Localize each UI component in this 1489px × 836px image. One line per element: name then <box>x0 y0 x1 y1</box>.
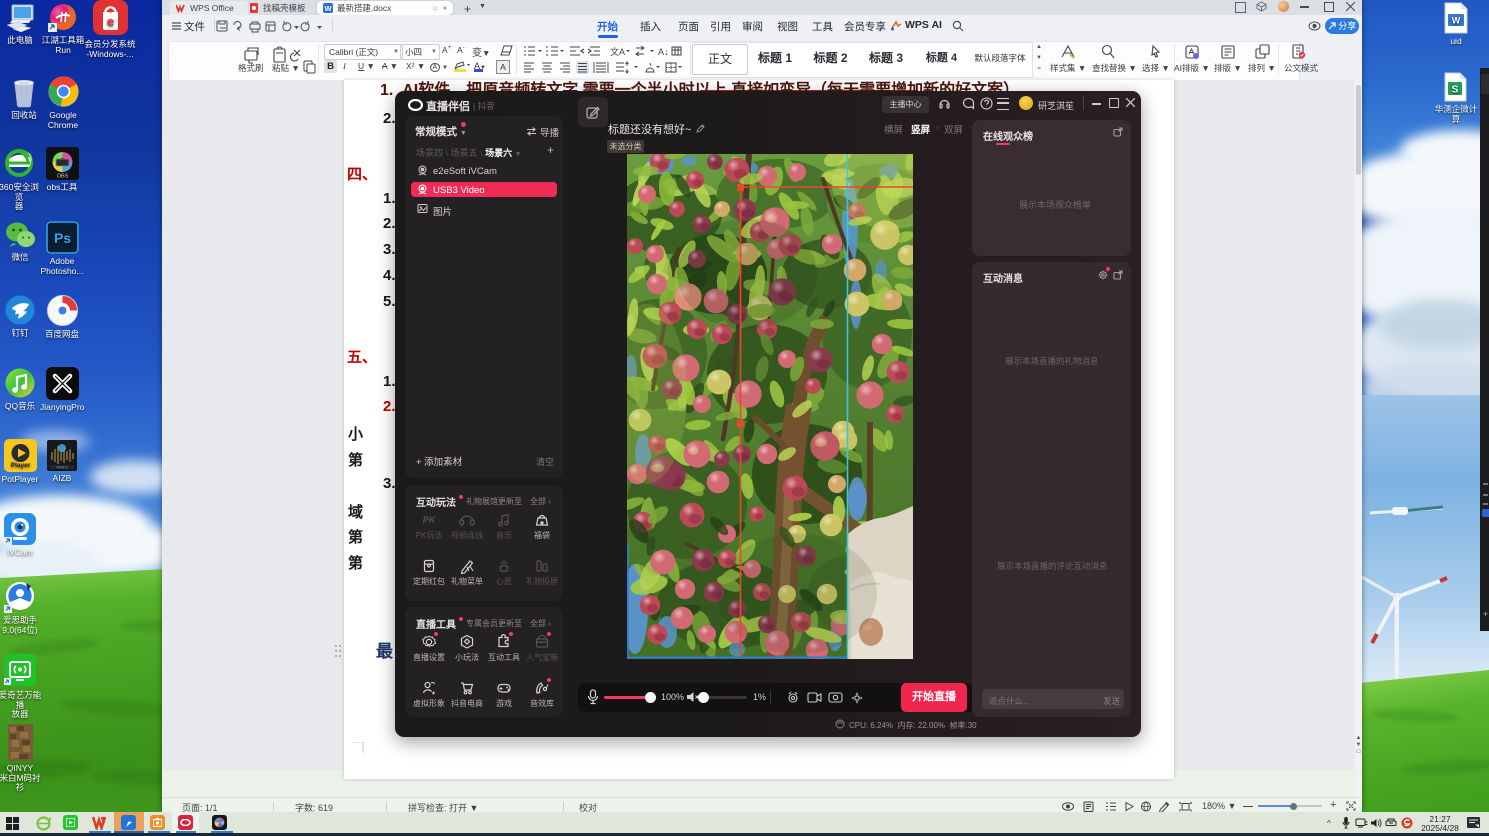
svg-text:AIZB 3: AIZB 3 <box>57 466 68 470</box>
svg-text:e: e <box>106 14 113 29</box>
svg-text:PK: PK <box>423 515 437 525</box>
svg-text:OBS: OBS <box>56 174 68 180</box>
svg-text:W: W <box>1452 16 1461 26</box>
svg-text:S: S <box>1452 85 1459 96</box>
svg-text:A↓: A↓ <box>658 47 669 57</box>
svg-text:Ps: Ps <box>53 230 70 246</box>
svg-text:W: W <box>324 4 332 13</box>
svg-text:文A: 文A <box>610 46 625 57</box>
svg-text:Player: Player <box>10 462 30 469</box>
